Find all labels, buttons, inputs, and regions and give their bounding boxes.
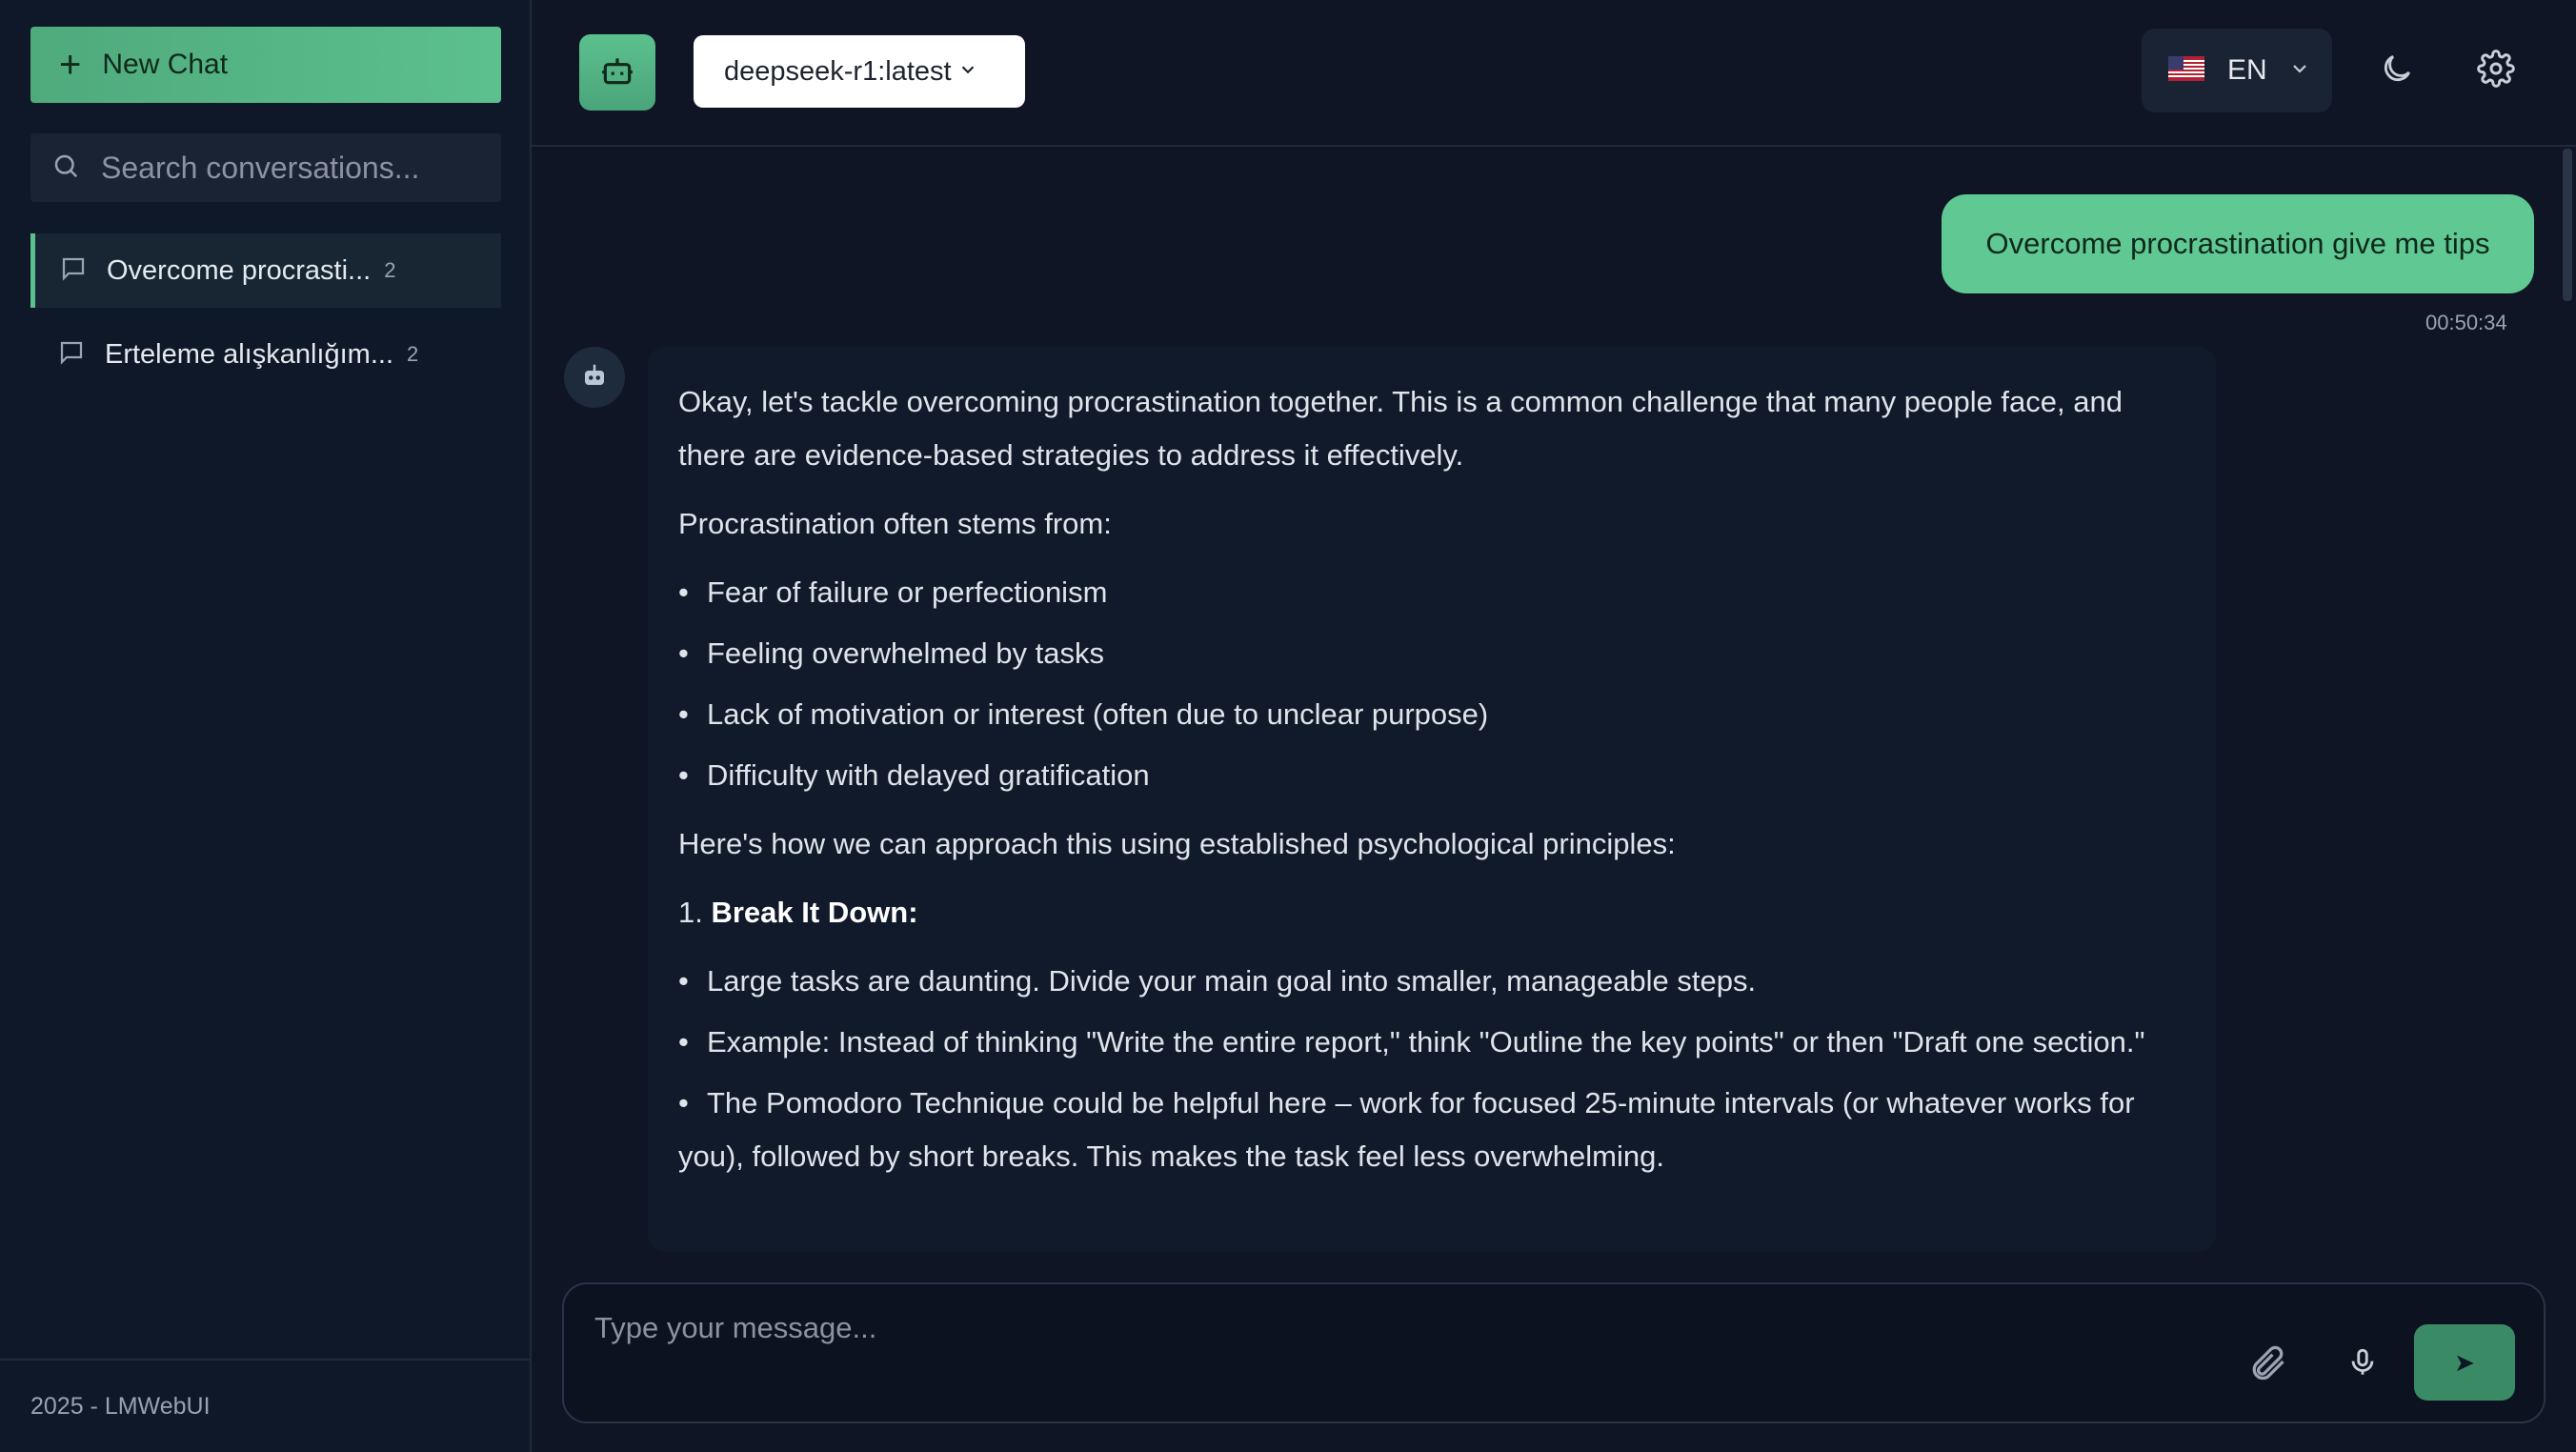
robot-icon (599, 52, 635, 93)
settings-button[interactable] (2469, 44, 2523, 97)
new-chat-label: New Chat (102, 49, 229, 80)
assistant-message: Okay, let's tackle overcoming procrastin… (678, 375, 2184, 1191)
list-item: • The Pomodoro Technique could be helpful… (678, 1086, 2135, 1173)
list-item: • Large tasks are daunting. Divide your m… (678, 964, 1757, 998)
chat-bubble-icon (57, 338, 86, 372)
search-box[interactable] (30, 133, 501, 202)
list-item: • Lack of motivation or interest (often d… (678, 697, 1489, 731)
list-item: • Feeling overwhelmed by tasks (678, 636, 1104, 670)
stems-heading: Procrastination often stems from: (678, 507, 1112, 540)
conversation-count: 2 (384, 258, 396, 282)
attach-button[interactable] (2241, 1338, 2294, 1391)
send-button[interactable]: ➤ (2414, 1324, 2515, 1401)
language-selector[interactable]: EN (2142, 29, 2332, 112)
language-code: EN (2227, 54, 2267, 86)
bot-button[interactable] (579, 34, 655, 111)
chat-scrollbar[interactable] (2563, 149, 2572, 301)
conversation-title: Erteleme alışkanlığım... (105, 338, 393, 370)
conversation-count: 2 (407, 342, 419, 366)
chevron-down-icon (957, 56, 978, 88)
plus-icon: + (59, 44, 82, 86)
list-item: • Difficulty with delayed gratification (678, 758, 1150, 792)
assistant-avatar (564, 347, 625, 408)
paperclip-icon (2246, 1341, 2288, 1388)
user-message-text: Overcome procrastination give me tips (1985, 227, 2490, 260)
send-icon: ➤ (2454, 1347, 2475, 1377)
conversation-title: Overcome procrasti... (107, 254, 372, 286)
list-item: • Example: Instead of thinking "Write the… (678, 1025, 2145, 1059)
list-item: • Fear of failure or perfectionism (678, 575, 1108, 609)
chat-bubble-icon (59, 254, 88, 288)
us-flag-icon (2168, 55, 2227, 86)
conversation-item[interactable]: Erteleme alışkanlığım... 2 (30, 317, 501, 392)
user-message: Overcome procrastination give me tips (1942, 194, 2534, 293)
assistant-intro: Okay, let's tackle overcoming procrastin… (678, 385, 2123, 472)
chevron-down-icon (2288, 57, 2311, 85)
footer-divider (0, 1359, 530, 1361)
gear-icon (2477, 49, 2515, 92)
footer-text: 2025 - LMWebUI (30, 1393, 211, 1420)
approach-heading: Here's how we can approach this using es… (678, 827, 1676, 860)
microphone-icon (2346, 1346, 2379, 1383)
microphone-button[interactable] (2336, 1338, 2389, 1391)
theme-toggle-button[interactable] (2370, 44, 2424, 97)
new-chat-button[interactable]: + New Chat (30, 27, 501, 103)
model-name: deepseek-r1:latest (724, 55, 952, 87)
conversation-item[interactable]: Overcome procrasti... 2 (30, 233, 501, 308)
moon-icon (2379, 50, 2415, 91)
robot-icon (580, 361, 609, 394)
search-icon (51, 151, 80, 185)
message-input[interactable] (593, 1309, 2121, 1361)
message-timestamp: 00:50:34 (2425, 311, 2507, 334)
header: deepseek-r1:latest EN (532, 0, 2576, 147)
sidebar: + New Chat Overcome procrasti... 2 Ertel… (0, 0, 532, 1452)
message-composer: ➤ (562, 1282, 2546, 1423)
step-heading: 1. Break It Down: (678, 896, 918, 929)
search-input[interactable] (99, 149, 484, 187)
model-selector[interactable]: deepseek-r1:latest (694, 35, 1025, 108)
